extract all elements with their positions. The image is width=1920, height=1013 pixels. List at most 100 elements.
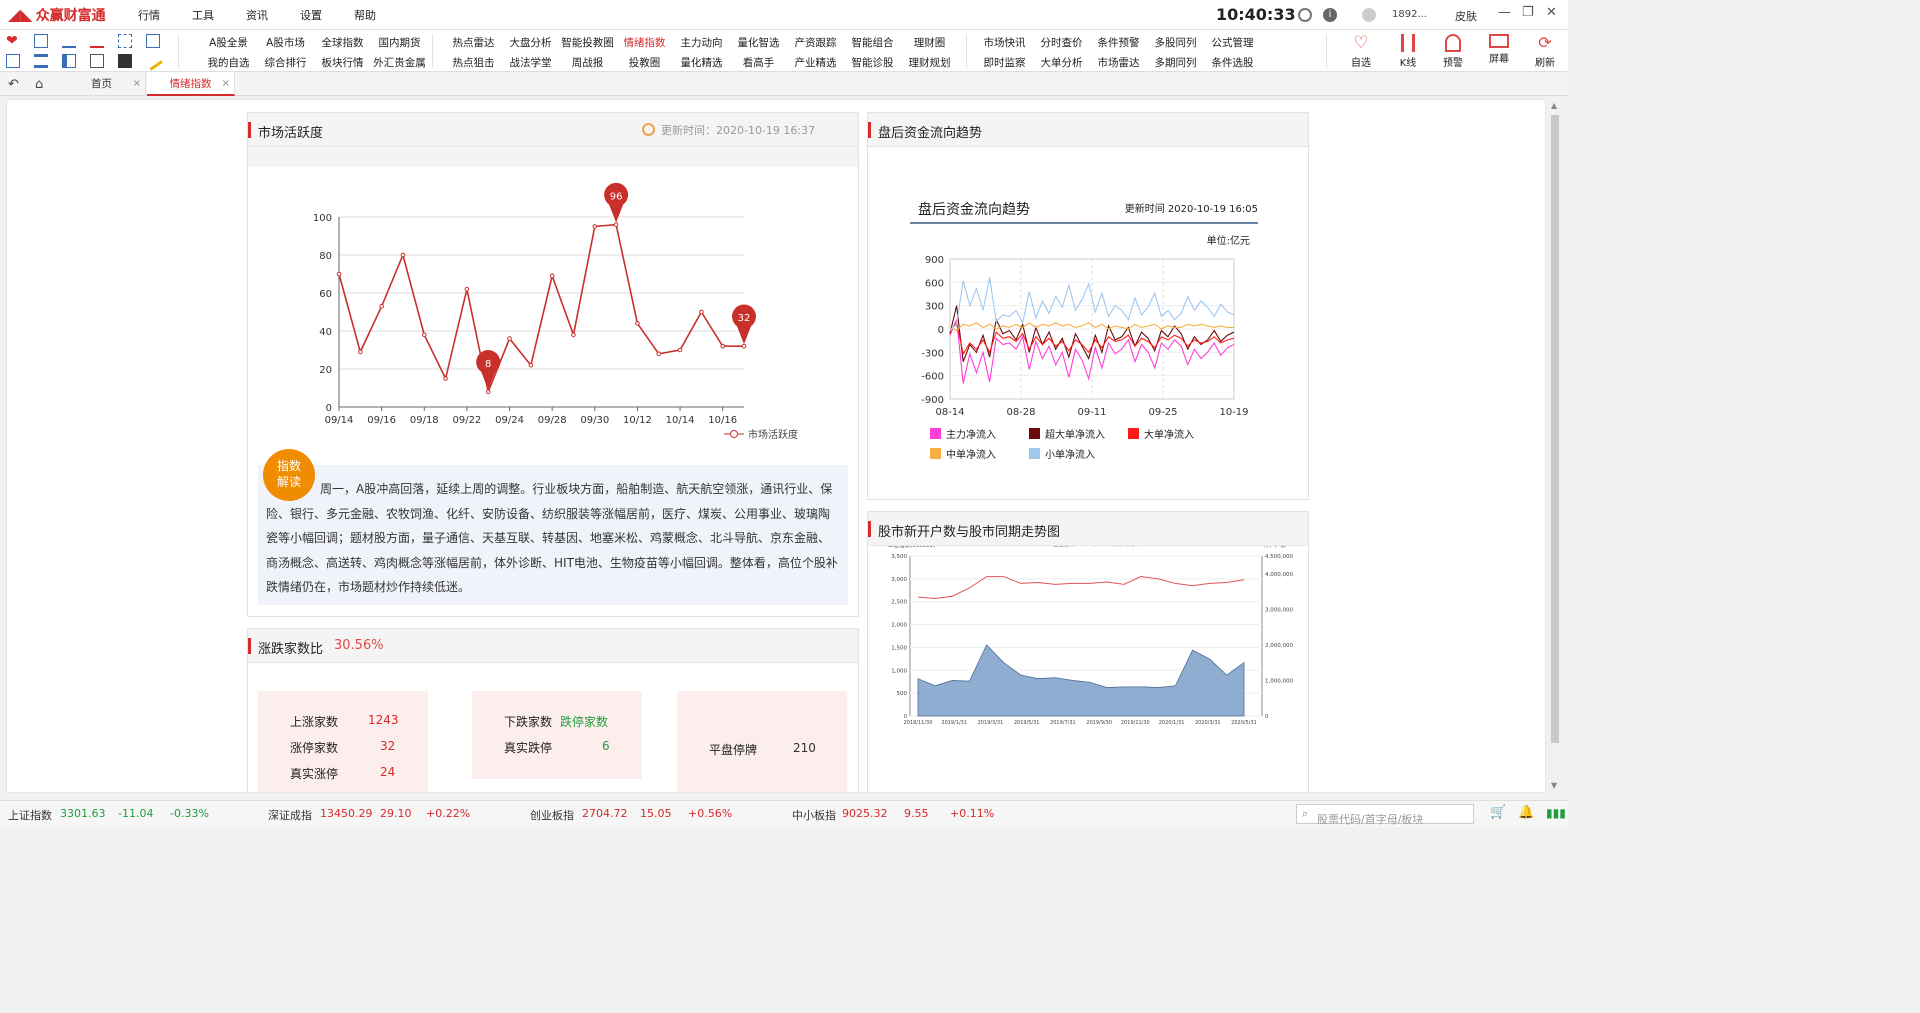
big-tool-screen[interactable]: 屏幕 [1476, 34, 1522, 65]
big-tool-favorites[interactable]: ♡ 自选 [1338, 34, 1384, 69]
toolbar-item[interactable]: 外汇贵金属 [371, 53, 428, 73]
calculator-icon[interactable] [90, 54, 104, 68]
activity-point [336, 271, 342, 277]
toolbar-item[interactable]: 条件选股 [1204, 53, 1261, 73]
minimize-icon[interactable]: — [1498, 5, 1511, 20]
home-icon[interactable]: ⌂ [35, 77, 43, 92]
bell-icon[interactable]: 🔔 [1518, 805, 1534, 820]
menu-item-settings[interactable]: 设置 [300, 7, 354, 23]
stock-search-input[interactable]: ⌕ 股票代码/首字母/板块 [1296, 804, 1474, 826]
close-icon[interactable]: ✕ [1546, 5, 1557, 20]
headset-icon[interactable] [1298, 8, 1312, 22]
y-tick-label: 40 [319, 327, 332, 338]
toolbar-item[interactable]: 综合排行 [257, 53, 314, 73]
toolbar-item[interactable]: 国内期货 [371, 33, 428, 53]
toolbar-item[interactable]: 智能组合 [844, 33, 901, 53]
toolbar-item[interactable]: 全球指数 [314, 33, 371, 53]
skin-button[interactable]: 皮肤 [1455, 8, 1477, 24]
toolbar-item[interactable]: A股全景 [200, 33, 257, 53]
toolbar-item[interactable]: 产资跟踪 [787, 33, 844, 53]
toolbar-item[interactable]: 公式管理 [1204, 33, 1261, 53]
toolbar-item[interactable]: 大盘分析 [502, 33, 559, 53]
y-tick-label: 300 [925, 302, 944, 313]
toolbar-item[interactable]: 战法学堂 [502, 53, 559, 73]
list-icon[interactable] [34, 54, 48, 68]
x-tick-label: 09/16 [367, 415, 396, 426]
updown-ratio-panel: 涨跌家数比 30.56% 上涨家数 1243 涨停家数 32 真实涨停 24 下跌家数… [247, 628, 859, 792]
update-time: 更新时间：2020-10-19 16:37 [642, 122, 815, 138]
index-name[interactable]: 深证成指 [268, 807, 312, 823]
tab-close-icon[interactable]: × [133, 72, 141, 96]
menu-item-help[interactable]: 帮助 [354, 7, 408, 23]
crop-icon[interactable] [118, 34, 132, 48]
toolbar-item[interactable]: 量化精选 [673, 53, 730, 73]
menu-item-tools[interactable]: 工具 [192, 7, 246, 23]
marker-label: 32 [738, 313, 751, 324]
window-icon[interactable] [146, 34, 160, 48]
toolbar-item[interactable]: 市场雷达 [1090, 53, 1147, 73]
toolbar-item[interactable]: 理财规划 [901, 53, 958, 73]
left-tick-label: 1,500 [891, 645, 907, 651]
toolbar-item[interactable]: 多期同列 [1147, 53, 1204, 73]
toolbar-item[interactable]: 条件预警 [1090, 33, 1147, 53]
info-icon[interactable]: i [1323, 8, 1337, 22]
toolbar-item[interactable]: 投教圈 [616, 53, 673, 73]
toolbar-item[interactable]: 即时监察 [976, 53, 1033, 73]
back-icon[interactable]: ↶ [8, 77, 19, 92]
big-tool-alert[interactable]: 预警 [1430, 34, 1476, 69]
scroll-up-icon[interactable]: ▲ [1551, 101, 1557, 110]
toolbar-item[interactable]: 看高手 [730, 53, 787, 73]
add-window-icon[interactable] [6, 54, 20, 68]
tab-close-icon[interactable]: × [222, 72, 230, 96]
menu-item-news[interactable]: 资讯 [246, 7, 300, 23]
tab-label: 首页 [91, 78, 112, 90]
index-name[interactable]: 创业板指 [530, 807, 574, 823]
tab-sentiment-index[interactable]: 情绪指数 × [147, 72, 235, 96]
tab-home[interactable]: 首页 × [58, 72, 146, 96]
avatar[interactable] [1362, 8, 1376, 22]
index-change: 15.05 [640, 807, 672, 820]
toolbar-item[interactable]: 热点雷达 [445, 33, 502, 53]
pencil-icon[interactable] [143, 51, 163, 71]
index-name[interactable]: 上证指数 [8, 807, 52, 823]
index-name[interactable]: 中小板指 [792, 807, 836, 823]
favorite-heart-icon[interactable]: ❤ [6, 34, 20, 48]
cart-icon[interactable]: 🛒 [1490, 805, 1506, 820]
scroll-down-icon[interactable]: ▼ [1551, 781, 1557, 790]
toolbar-item[interactable]: 智能诊股 [844, 53, 901, 73]
vertical-scrollbar[interactable]: ▲ ▼ [1548, 99, 1562, 793]
alert-tool-icon[interactable] [90, 34, 104, 48]
toolbar-item[interactable]: 热点狙击 [445, 53, 502, 73]
toolbar-item[interactable]: 大单分析 [1033, 53, 1090, 73]
toolbar-item[interactable]: 产业精选 [787, 53, 844, 73]
panel-accent [868, 122, 871, 138]
x-tick-label: 10/12 [623, 415, 652, 426]
toolbar: ❤ A股全景 我的自选 A股市场 综合排行 全球指数 板块行情 国内期货 外汇贵金属 热点雷达… [0, 30, 1568, 72]
toolbar-item[interactable]: 多股同列 [1147, 33, 1204, 53]
toolbar-item[interactable]: 情绪指数 [616, 33, 673, 53]
trend-chart-icon[interactable] [34, 34, 48, 48]
toolbar-item[interactable]: 主力动向 [673, 33, 730, 53]
scrollbar-thumb[interactable] [1551, 115, 1559, 743]
toolbar-item[interactable]: A股市场 [257, 33, 314, 53]
restore-icon[interactable]: ❐ [1522, 5, 1534, 20]
save-icon[interactable] [118, 54, 132, 68]
toolbar-item[interactable]: 理财圈 [901, 33, 958, 53]
account-name[interactable]: 1892... [1392, 9, 1427, 20]
panel-accent [248, 122, 251, 138]
toolbar-item[interactable]: 周战报 [559, 53, 616, 73]
toolbar-item[interactable]: 智能投教圈 [559, 33, 616, 53]
triangle-tool-icon[interactable] [62, 34, 76, 48]
big-tool-kline[interactable]: K线 [1385, 34, 1431, 69]
menu-item-market[interactable]: 行情 [138, 7, 192, 23]
toolbar-item[interactable]: 量化智选 [730, 33, 787, 53]
toolbar-item[interactable]: 板块行情 [314, 53, 371, 73]
x-tick-label: 10/16 [708, 415, 737, 426]
toolbar-item[interactable]: 分时查价 [1033, 33, 1090, 53]
big-tool-refresh[interactable]: ⟳ 刷新 [1522, 34, 1568, 70]
toolbar-item[interactable]: 我的自选 [200, 53, 257, 73]
stat-card-flat: 平盘停牌 210 [677, 691, 847, 792]
columns-icon[interactable] [62, 54, 76, 68]
y-tick-label: 20 [319, 365, 332, 376]
toolbar-item[interactable]: 市场快讯 [976, 33, 1033, 53]
